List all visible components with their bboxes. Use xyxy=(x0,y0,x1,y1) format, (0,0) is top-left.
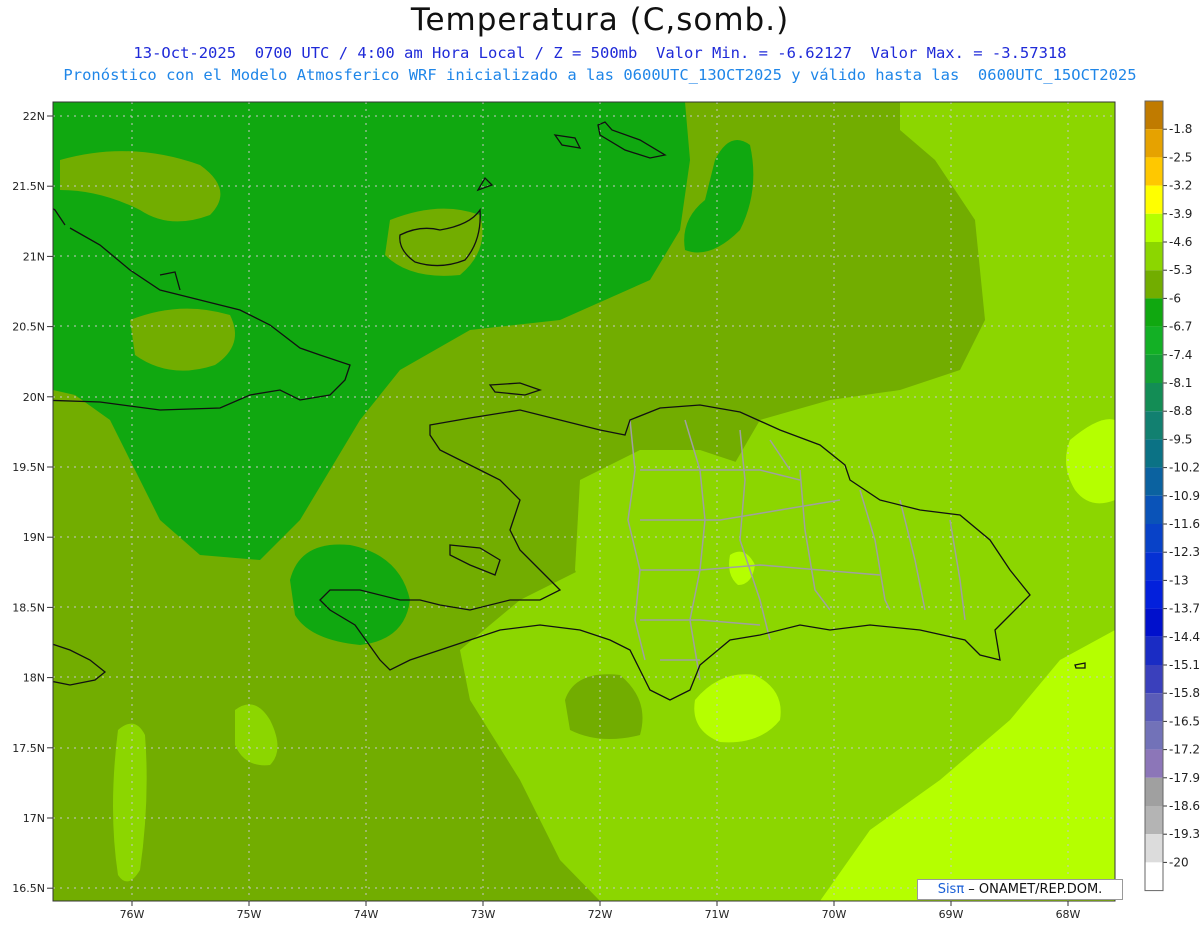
lat-label: 18N xyxy=(23,672,45,685)
lon-label: 71W xyxy=(705,908,730,921)
lat-label: 16.5N xyxy=(12,882,45,895)
colorbar-cell xyxy=(1145,185,1163,214)
colorbar-label: -14.4 xyxy=(1169,630,1200,644)
colorbar-cell xyxy=(1145,129,1163,158)
colorbar-cell xyxy=(1145,552,1163,581)
colorbar-cell xyxy=(1145,411,1163,440)
model-info-line: Pronóstico con el Modelo Atmosferico WRF… xyxy=(63,66,1137,84)
colorbar-cell xyxy=(1145,270,1163,299)
colorbar-cell xyxy=(1145,157,1163,186)
colorbar-label: -3.9 xyxy=(1169,207,1192,221)
colorbar-label: -5.3 xyxy=(1169,263,1192,277)
colorbar-label: -13 xyxy=(1169,573,1189,587)
colorbar-cell xyxy=(1145,580,1163,609)
lon-label: 70W xyxy=(822,908,847,921)
lon-label: 68W xyxy=(1056,908,1081,921)
lat-label: 22N xyxy=(23,110,45,123)
lon-label: 69W xyxy=(939,908,964,921)
sispi-logo: Sisπ xyxy=(937,882,965,897)
colorbar-cell xyxy=(1145,834,1163,863)
lat-label: 21.5N xyxy=(12,180,45,193)
colorbar-cell xyxy=(1145,101,1163,130)
colorbar-label: -1.8 xyxy=(1169,122,1192,136)
colorbar-label: -10.9 xyxy=(1169,489,1200,503)
lon-label: 73W xyxy=(471,908,496,921)
colorbar-label: -11.6 xyxy=(1169,517,1200,531)
lon-label: 72W xyxy=(588,908,613,921)
colorbar-cell xyxy=(1145,636,1163,665)
lat-label: 19N xyxy=(23,531,45,544)
colorbar-label: -17.2 xyxy=(1169,743,1200,757)
colorbar-label: -15.1 xyxy=(1169,658,1200,672)
lat-label: 20.5N xyxy=(12,321,45,334)
colorbar-label: -2.5 xyxy=(1169,150,1192,164)
colorbar-cell xyxy=(1145,383,1163,412)
colorbar-label: -16.5 xyxy=(1169,714,1200,728)
colorbar-cell xyxy=(1145,749,1163,778)
colorbar-label: -7.4 xyxy=(1169,348,1192,362)
lat-label: 17.5N xyxy=(12,742,45,755)
colorbar-cell xyxy=(1145,242,1163,271)
colorbar-label: -19.3 xyxy=(1169,827,1200,841)
colorbar-label: -10.2 xyxy=(1169,461,1200,475)
colorbar-label: -8.1 xyxy=(1169,376,1192,390)
colorbar-label: -3.2 xyxy=(1169,179,1192,193)
lon-label: 76W xyxy=(120,908,145,921)
colorbar-label: -15.8 xyxy=(1169,686,1200,700)
lat-label: 17N xyxy=(23,812,45,825)
lat-label: 20N xyxy=(23,391,45,404)
colorbar: -1.8 -2.5 -3.2 -3.9 -4.6 -5.3 -6 -6.7 -7.4 -8.1 -8… xyxy=(1144,100,1200,892)
colorbar-cell xyxy=(1145,326,1163,355)
colorbar-cell xyxy=(1145,608,1163,637)
lon-label: 74W xyxy=(354,908,379,921)
colorbar-cell xyxy=(1145,213,1163,242)
credit-box: Sisπ – ONAMET/REP.DOM. xyxy=(917,879,1123,900)
valid-time-line: 13-Oct-2025 0700 UTC / 4:00 am Hora Loca… xyxy=(133,44,1067,62)
olive-hole-3 xyxy=(130,308,235,371)
lat-label: 21N xyxy=(23,250,45,263)
colorbar-cell xyxy=(1145,862,1163,891)
temperature-map: 22N 21.5N 21N 20.5N 20N 19.5N 19N 18.5N 18N 17.5N… xyxy=(12,100,1200,921)
colorbar-cell xyxy=(1145,467,1163,496)
colorbar-label: -8.8 xyxy=(1169,404,1192,418)
colorbar-cell xyxy=(1145,495,1163,524)
colorbar-cell xyxy=(1145,354,1163,383)
colorbar-cell xyxy=(1145,439,1163,468)
colorbar-label: -6.7 xyxy=(1169,320,1192,334)
colorbar-label: -6 xyxy=(1169,291,1181,305)
olive-oval-1 xyxy=(113,723,147,882)
credit-text: – ONAMET/REP.DOM. xyxy=(964,882,1103,897)
colorbar-cell xyxy=(1145,298,1163,327)
lat-label: 18.5N xyxy=(12,601,45,614)
colorbar-label: -4.6 xyxy=(1169,235,1192,249)
colorbar-cell xyxy=(1145,665,1163,694)
colorbar-label: -17.9 xyxy=(1169,771,1200,785)
colorbar-label: -18.6 xyxy=(1169,799,1200,813)
colorbar-cell xyxy=(1145,524,1163,553)
map-title: Temperatura (C,somb.) xyxy=(410,2,790,38)
colorbar-label: -9.5 xyxy=(1169,432,1192,446)
colorbar-cell xyxy=(1145,693,1163,722)
temperature-field xyxy=(53,102,1115,901)
colorbar-cell xyxy=(1145,721,1163,750)
colorbar-label: -20 xyxy=(1169,855,1189,869)
colorbar-cell xyxy=(1145,806,1163,835)
colorbar-label: -12.3 xyxy=(1169,545,1200,559)
lat-label: 19.5N xyxy=(12,461,45,474)
longitude-axis: 76W 75W 74W 73W 72W 71W 70W 69W 68W xyxy=(120,901,1081,921)
latitude-axis: 22N 21.5N 21N 20.5N 20N 19.5N 19N 18.5N 18N 17.5N… xyxy=(12,110,53,895)
colorbar-cell xyxy=(1145,777,1163,806)
colorbar-label: -13.7 xyxy=(1169,602,1200,616)
lon-label: 75W xyxy=(237,908,262,921)
